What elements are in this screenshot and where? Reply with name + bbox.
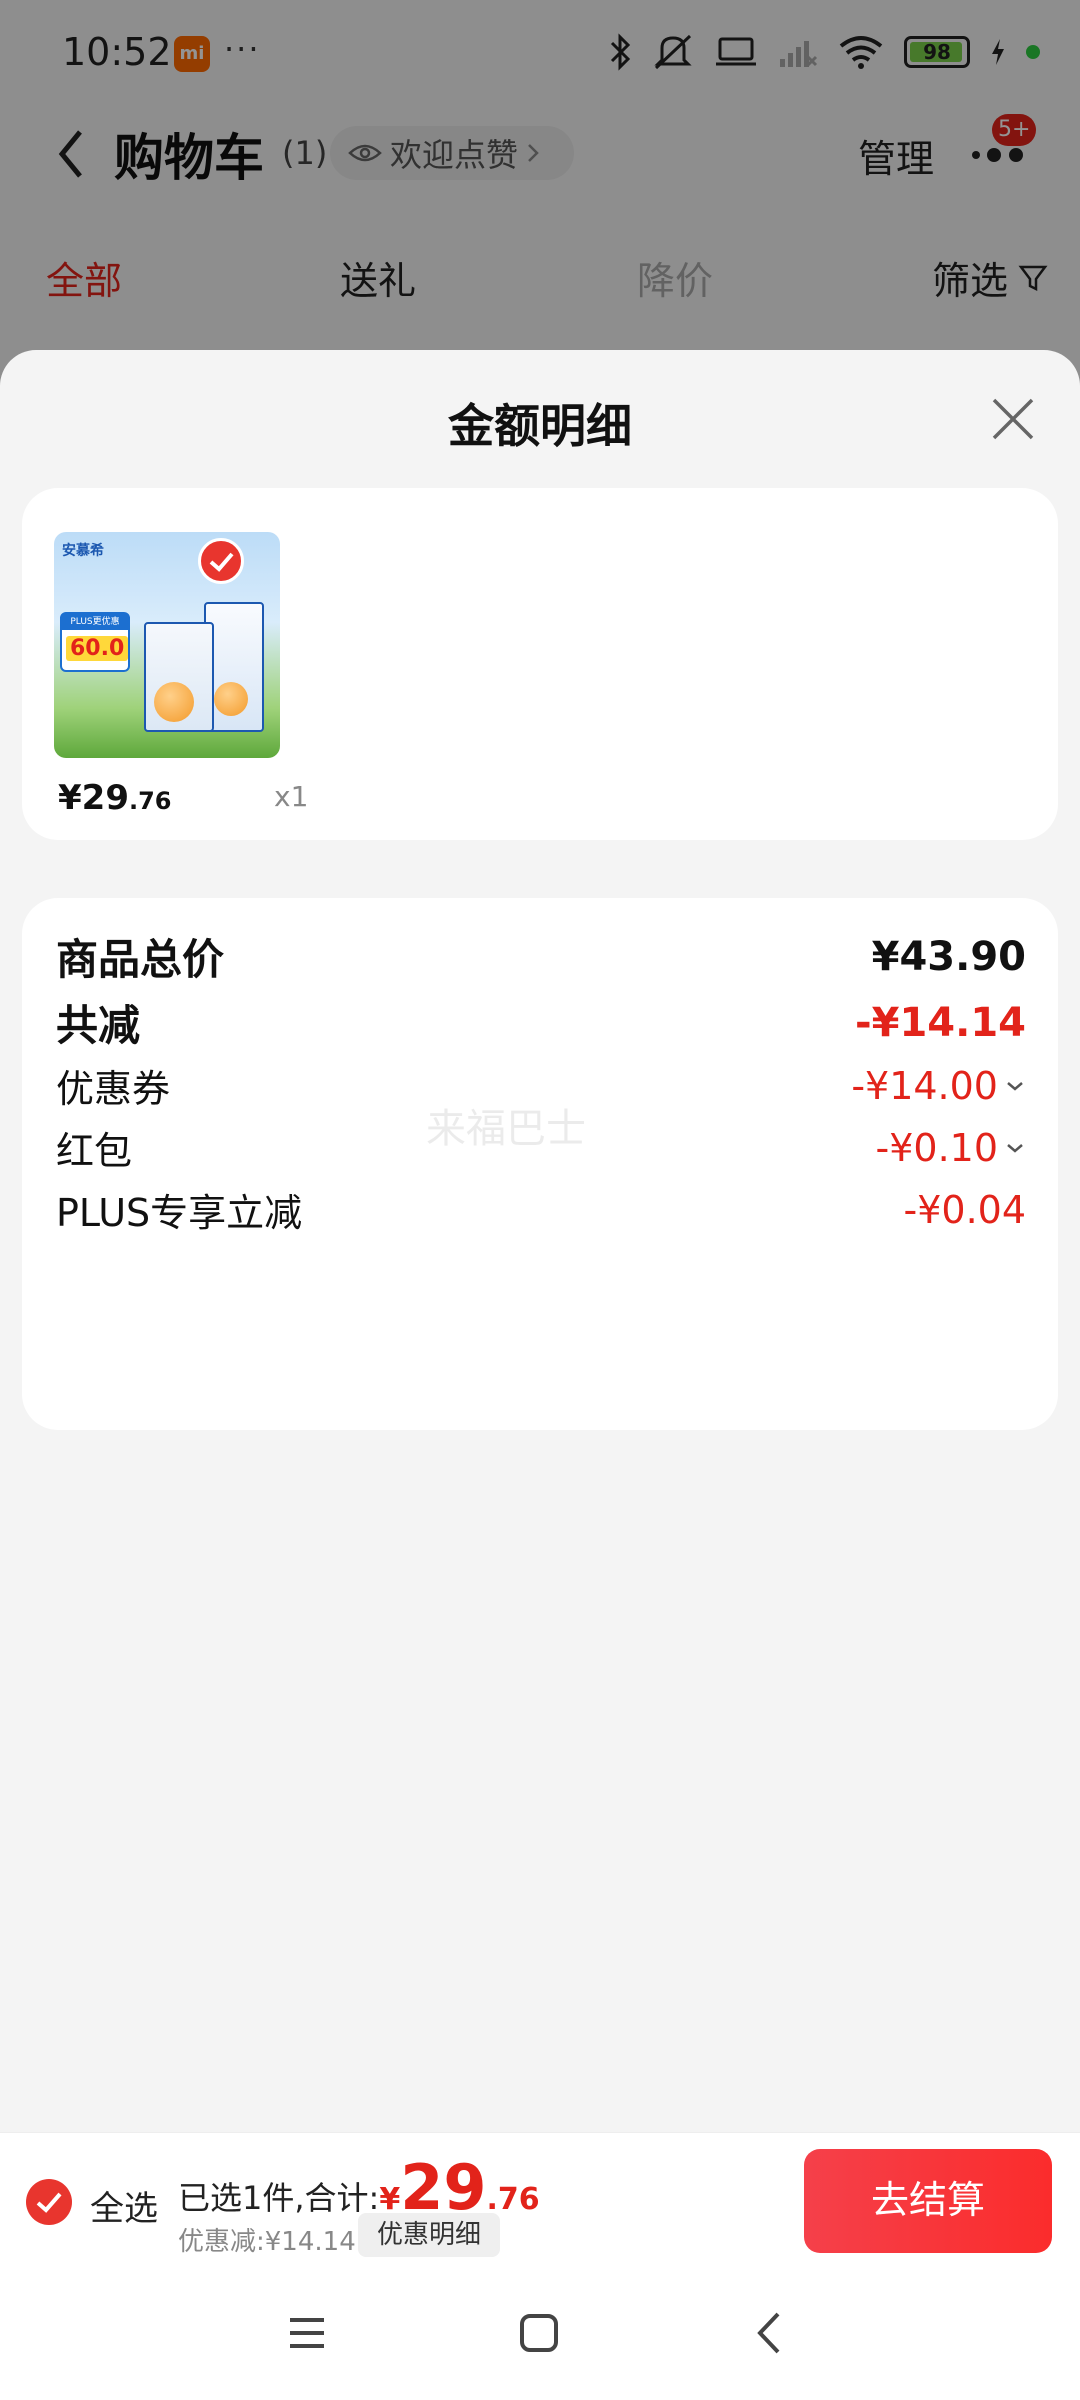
amount-detail-sheet: 金额明细 安慕希 PLUS更优惠 60.0 ¥29.76 x1 商品总价 ¥43… bbox=[0, 350, 1080, 2400]
product-price-dec: .76 bbox=[128, 787, 172, 815]
total-price-row: 商品总价 ¥43.90 bbox=[56, 926, 1026, 987]
chevron-down-icon bbox=[1007, 1143, 1023, 1153]
product-price-int: ¥29 bbox=[58, 778, 129, 818]
checkout-button[interactable]: 去结算 bbox=[804, 2149, 1052, 2253]
total-price-label: 商品总价 bbox=[56, 935, 225, 984]
summary-amount-dec: .76 bbox=[486, 2182, 540, 2217]
product-card: 安慕希 PLUS更优惠 60.0 ¥29.76 x1 bbox=[22, 488, 1058, 840]
total-reduce-value: -¥14.14 bbox=[855, 999, 1026, 1046]
product-price: ¥29.76 bbox=[58, 778, 172, 818]
price-detail-card: 商品总价 ¥43.90 共减 -¥14.14 来福巴士 优惠券 -¥14.00 … bbox=[22, 898, 1058, 1430]
discount-detail-button[interactable]: 优惠明细 bbox=[358, 2213, 500, 2257]
home-icon[interactable] bbox=[514, 2308, 564, 2358]
system-navigation-bar bbox=[0, 2268, 1080, 2400]
select-all-label[interactable]: 全选 bbox=[90, 2181, 158, 2230]
total-price-value: ¥43.90 bbox=[871, 933, 1026, 980]
total-reduce-row: 共减 -¥14.14 bbox=[56, 992, 1026, 1053]
menu-icon[interactable] bbox=[282, 2308, 332, 2358]
summary-label: 已选1件,合计: bbox=[178, 2179, 380, 2217]
coupon-value: -¥14.00 bbox=[851, 1063, 998, 1108]
redpacket-row[interactable]: 红包 -¥0.10 bbox=[56, 1120, 1026, 1175]
product-image-brand: 安慕希 bbox=[62, 543, 104, 559]
select-all-checkbox[interactable] bbox=[26, 2179, 72, 2225]
redpacket-label: 红包 bbox=[56, 1129, 133, 1173]
peach-graphic bbox=[214, 682, 248, 716]
chevron-down-icon bbox=[1007, 1081, 1023, 1091]
plus-discount-row: PLUS专享立减 -¥0.04 bbox=[56, 1182, 1026, 1237]
back-nav-icon[interactable] bbox=[746, 2308, 796, 2358]
product-quantity: x1 bbox=[274, 780, 309, 813]
discount-summary: 优惠减:¥14.14 bbox=[178, 2227, 356, 2257]
plus-price-tag-value: 60.0 bbox=[66, 636, 129, 661]
plus-price-tag: PLUS更优惠 60.0 bbox=[60, 612, 130, 672]
redpacket-value-wrap: -¥0.10 bbox=[876, 1126, 1027, 1170]
plus-price-tag-label: PLUS更优惠 bbox=[62, 614, 128, 630]
coupon-row[interactable]: 优惠券 -¥14.00 bbox=[56, 1058, 1026, 1113]
coupon-label: 优惠券 bbox=[56, 1067, 171, 1111]
summary-currency: ¥ bbox=[379, 2182, 401, 2217]
total-reduce-label: 共减 bbox=[56, 1001, 141, 1050]
redpacket-value: -¥0.10 bbox=[875, 1125, 999, 1170]
selected-check-icon bbox=[198, 538, 244, 584]
sheet-title: 金额明细 bbox=[448, 399, 632, 453]
product-image[interactable]: 安慕希 PLUS更优惠 60.0 bbox=[54, 532, 280, 758]
peach-graphic bbox=[154, 682, 194, 722]
plus-discount-value: -¥0.04 bbox=[903, 1187, 1027, 1232]
coupon-value-wrap: -¥14.00 bbox=[851, 1064, 1026, 1108]
checkout-bar: 全选 已选1件,合计: ¥ 29 .76 优惠减:¥14.14 优惠明细 去结算 bbox=[0, 2132, 1080, 2268]
plus-discount-label: PLUS专享立减 bbox=[56, 1191, 303, 1235]
close-icon[interactable] bbox=[988, 394, 1038, 444]
